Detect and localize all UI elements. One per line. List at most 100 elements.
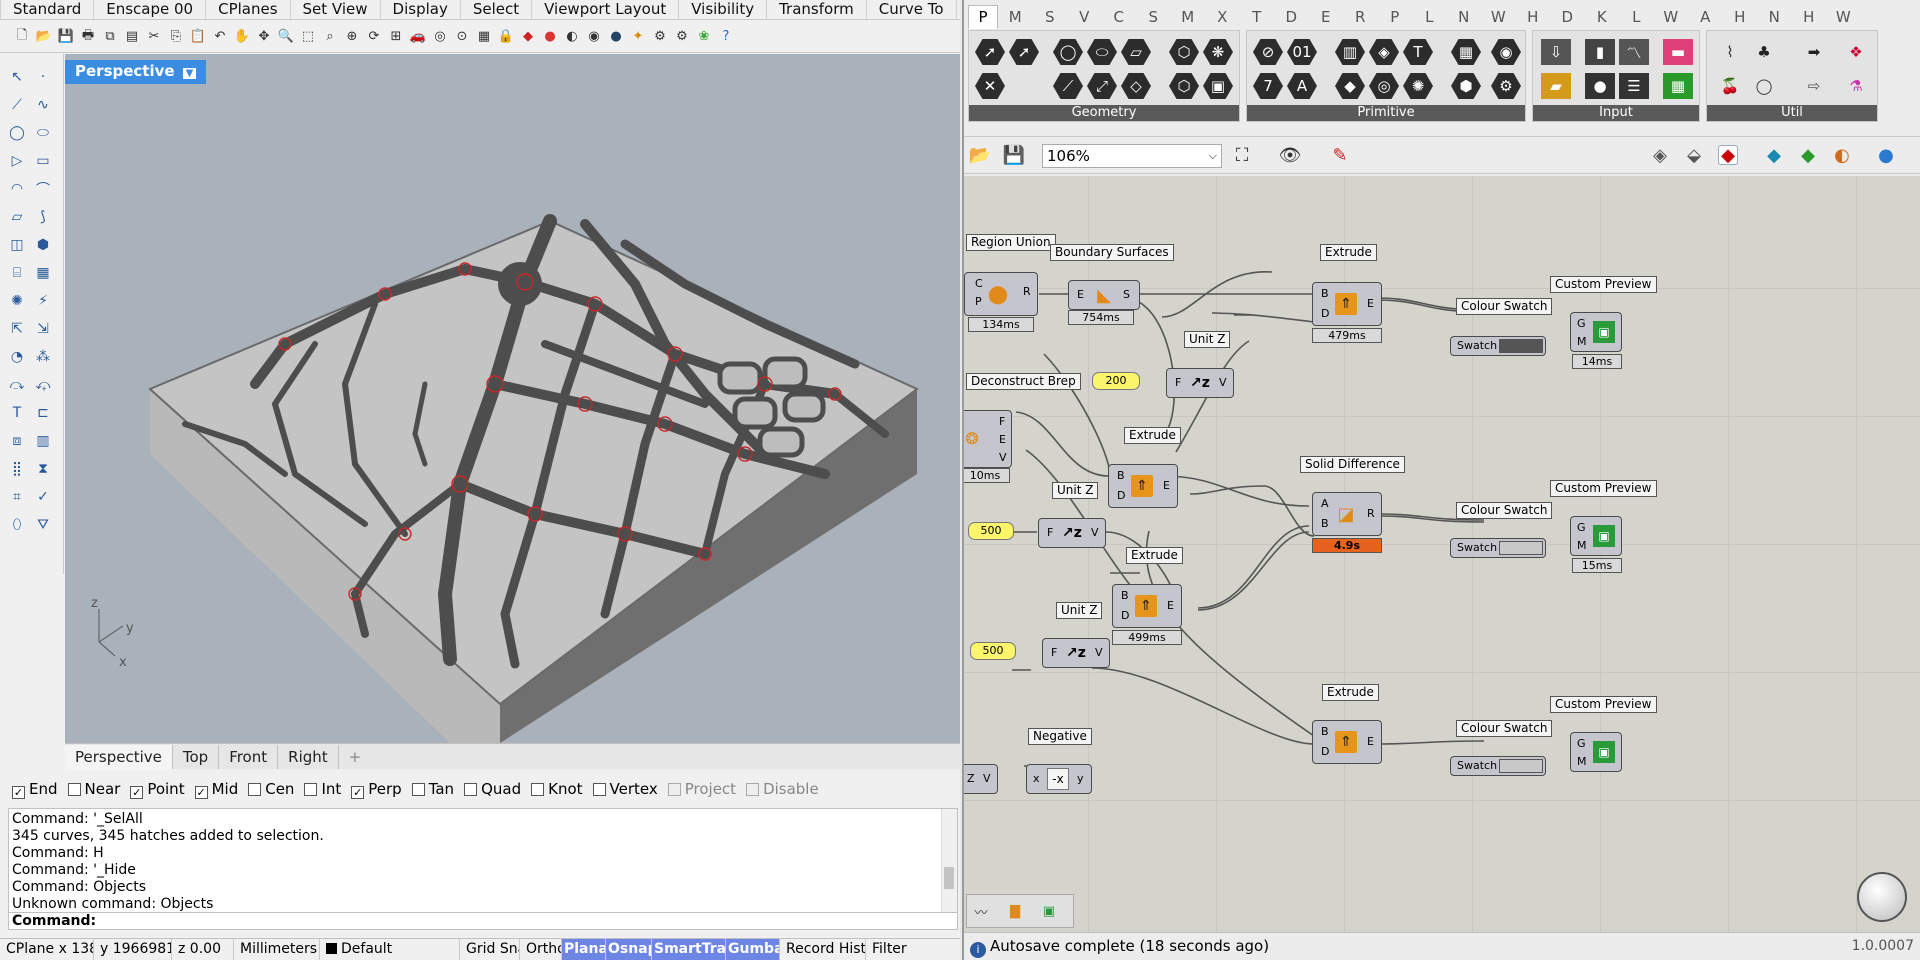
- current-layer[interactable]: Default: [320, 939, 460, 960]
- util-tool-icon[interactable]: ⌇: [1715, 39, 1745, 65]
- tab-display[interactable]: Display: [381, 0, 461, 19]
- target-icon[interactable]: ⊙: [452, 27, 472, 47]
- tab-visibility[interactable]: Visibility: [679, 0, 768, 19]
- car-icon[interactable]: 🚗: [408, 27, 428, 47]
- polygon-icon[interactable]: ▷: [6, 150, 28, 172]
- arc-icon[interactable]: ◠: [6, 178, 28, 200]
- view-tab-right[interactable]: Right: [278, 744, 339, 769]
- copy-icon[interactable]: ⎘: [166, 27, 186, 47]
- material-icon[interactable]: ◉: [584, 27, 604, 47]
- checkbox[interactable]: [746, 783, 760, 796]
- osnap-tan[interactable]: Tan: [411, 780, 454, 798]
- osnap-disable[interactable]: Disable: [746, 780, 819, 798]
- light-tool-icon[interactable]: ✺: [6, 290, 28, 312]
- region-union-component[interactable]: C P ⬤ R: [964, 272, 1038, 316]
- osnap-quad[interactable]: Quad: [464, 780, 521, 798]
- preview-eye-icon[interactable]: 👁: [1279, 145, 1302, 166]
- curve-icon[interactable]: ∿: [32, 94, 54, 116]
- extrude-3-component[interactable]: B D ⇑ E: [1112, 584, 1182, 628]
- mesh-icon[interactable]: ▦: [32, 262, 54, 284]
- geometry-tool-icon[interactable]: ⬡: [1169, 39, 1199, 65]
- check-icon[interactable]: ⌗: [6, 486, 28, 508]
- gh-tab[interactable]: W: [1481, 8, 1516, 26]
- open-file-icon[interactable]: 📂: [34, 27, 54, 47]
- display-icon[interactable]: ◐: [1832, 145, 1852, 166]
- primitive-tool-icon[interactable]: ◆: [1335, 73, 1365, 99]
- gh-tab[interactable]: V: [1067, 8, 1102, 26]
- gh-tab[interactable]: S: [1033, 8, 1068, 26]
- paint-green-icon[interactable]: ◆: [1798, 145, 1818, 166]
- point-icon[interactable]: ·: [32, 66, 54, 88]
- preview-widget-icon[interactable]: ▣: [1039, 901, 1059, 921]
- geometry-tool-icon[interactable]: ◇: [1121, 73, 1151, 99]
- primitive-tool-icon[interactable]: ◈: [1369, 39, 1399, 65]
- zoom-extents-icon[interactable]: ⌕: [320, 27, 340, 47]
- shaded-preview-icon[interactable]: ◆: [1718, 145, 1738, 166]
- units[interactable]: Millimeters: [234, 939, 320, 960]
- input-tool-icon[interactable]: ▮: [1585, 39, 1615, 65]
- primitive-tool-icon[interactable]: 01: [1287, 39, 1317, 65]
- record-history-toggle[interactable]: Record Histo: [780, 939, 866, 960]
- arrow-right-icon[interactable]: ➡: [1799, 39, 1829, 65]
- circle-icon[interactable]: ◯: [6, 122, 28, 144]
- tab-standard[interactable]: Standard: [0, 0, 95, 19]
- group-icon[interactable]: ⁂: [32, 346, 54, 368]
- geometry-tool-icon[interactable]: ▣: [1203, 73, 1233, 99]
- osnap-vertex[interactable]: Vertex: [592, 780, 658, 798]
- tree-icon[interactable]: ♣: [1749, 39, 1779, 65]
- osnap-toggle[interactable]: Osnap: [606, 939, 652, 960]
- view-tab-front[interactable]: Front: [219, 744, 279, 769]
- zoom-icon[interactable]: 🔍: [276, 27, 296, 47]
- panel-icon[interactable]: ▇: [1005, 901, 1025, 921]
- arrow-right-outline-icon[interactable]: ⇨: [1799, 73, 1829, 99]
- osnap-perp[interactable]: ✓ Perp: [351, 780, 402, 799]
- geometry-tool-icon[interactable]: ⤢: [1087, 73, 1117, 99]
- fillet-icon[interactable]: ⌒: [32, 178, 54, 200]
- gh-tab[interactable]: P: [968, 5, 998, 29]
- preview-mode-icon[interactable]: ◈: [1650, 145, 1670, 166]
- shell-icon[interactable]: ⬯: [6, 514, 28, 536]
- primitive-tool-icon[interactable]: A: [1287, 73, 1317, 99]
- checkbox[interactable]: [464, 783, 478, 796]
- checkbox[interactable]: ✓: [351, 785, 365, 799]
- flask-icon[interactable]: ⚗: [1841, 73, 1871, 99]
- zoom-selected-icon[interactable]: ⊕: [342, 27, 362, 47]
- colour-swatch-1[interactable]: Swatch: [1450, 336, 1546, 356]
- properties-icon[interactable]: ▤: [122, 27, 142, 47]
- gh-tab[interactable]: X: [1205, 8, 1240, 26]
- boundary-surfaces-component[interactable]: E ◣ S: [1068, 280, 1140, 310]
- util-tool-icon[interactable]: ❖: [1841, 39, 1871, 65]
- extrude-4-component[interactable]: B D ⇑ E: [1312, 720, 1382, 764]
- gh-tab[interactable]: N: [1447, 8, 1482, 26]
- gh-tab[interactable]: T: [1240, 8, 1275, 26]
- ortho-toggle[interactable]: Ortho: [520, 939, 562, 960]
- util-tool-icon[interactable]: ◯: [1749, 73, 1779, 99]
- tab-set-view[interactable]: Set View: [291, 0, 381, 19]
- rotate-icon[interactable]: ⟳: [364, 27, 384, 47]
- checkbox[interactable]: ✓: [12, 785, 25, 799]
- lock-icon[interactable]: 🔒: [496, 27, 516, 47]
- loft-icon[interactable]: ⟆: [32, 206, 54, 228]
- input-tool-icon[interactable]: ▰: [1541, 73, 1571, 99]
- pan-icon[interactable]: ✋: [232, 27, 252, 47]
- primitive-tool-icon[interactable]: ✺: [1403, 73, 1433, 99]
- save-icon[interactable]: 💾: [1003, 145, 1025, 166]
- gh-tab[interactable]: W: [1654, 8, 1689, 26]
- input-tool-icon[interactable]: 〽: [1619, 39, 1649, 65]
- cherry-icon[interactable]: 🍒: [1715, 73, 1745, 99]
- geometry-tool-icon[interactable]: ⬡: [1169, 73, 1199, 99]
- osnap-mid[interactable]: ✓ Mid: [194, 780, 238, 799]
- open-file-icon[interactable]: 📂: [969, 145, 991, 166]
- join-icon[interactable]: ⤼: [6, 374, 28, 396]
- sphere-icon[interactable]: ●: [606, 27, 626, 47]
- bake-icon[interactable]: ◆: [1764, 145, 1784, 166]
- light-icon[interactable]: ✦: [628, 27, 648, 47]
- checkbox[interactable]: ✓: [130, 785, 144, 799]
- export-icon[interactable]: ⧉: [100, 27, 120, 47]
- filter-toggle[interactable]: Filter: [866, 939, 914, 960]
- custom-preview-3-component[interactable]: G M ▣: [1570, 732, 1622, 772]
- tab-cplanes[interactable]: CPlanes: [206, 0, 291, 19]
- box-icon[interactable]: ◫: [6, 234, 28, 256]
- smarttrack-toggle[interactable]: SmartTra: [652, 939, 726, 960]
- surface-icon[interactable]: ▱: [6, 206, 28, 228]
